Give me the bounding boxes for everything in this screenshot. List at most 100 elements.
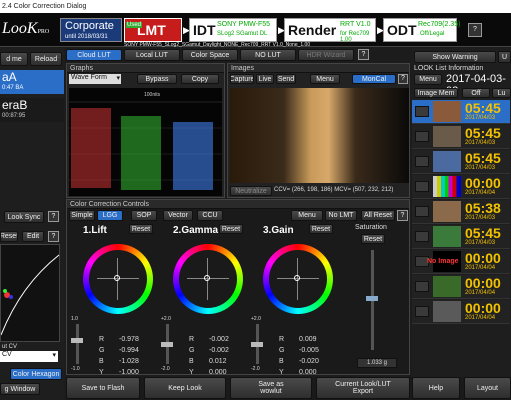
list-item[interactable]: eraB 00:87:95 — [0, 98, 64, 122]
look-sync-button[interactable]: Look Sync — [4, 211, 44, 223]
look-list-item[interactable]: 05:45 2017/04/03 — [412, 225, 510, 249]
gain-r-value[interactable]: 0.009 — [299, 336, 317, 343]
look-select-button[interactable] — [415, 306, 429, 317]
bypass-button[interactable]: Bypass — [137, 74, 177, 84]
tab-no-lut[interactable]: NO LUT — [240, 49, 296, 61]
preview-image[interactable] — [230, 88, 409, 183]
keep-look-button[interactable]: Keep Look — [144, 377, 226, 399]
gain-reset-button[interactable]: Reset — [309, 224, 333, 234]
look-select-button[interactable] — [415, 106, 429, 117]
idt-box[interactable]: IDT SONY PMW-F55 SLog2 SGamut DL — [189, 18, 277, 42]
gamma-y-value[interactable]: 0.000 — [209, 369, 227, 376]
capture-button[interactable]: Capture — [230, 74, 254, 84]
all-reset-button[interactable]: All Reset — [361, 210, 395, 221]
help-icon[interactable]: ? — [397, 210, 408, 221]
reset-button[interactable]: Reset — [0, 231, 18, 242]
curve-select[interactable]: CV ▾ — [0, 351, 58, 362]
lift-r-value[interactable]: -0.978 — [119, 336, 139, 343]
look-list-item[interactable]: 00:00 2017/04/04 — [412, 275, 510, 299]
gamma-r-value[interactable]: -0.002 — [209, 336, 229, 343]
neutralize-button[interactable]: Neutralize — [230, 186, 272, 196]
saturation-value[interactable]: 1.033 g — [357, 358, 397, 368]
tab-vector[interactable]: Vector — [163, 210, 193, 221]
help-icon[interactable]: ? — [398, 74, 408, 84]
gamma-g-value[interactable]: -0.002 — [209, 347, 229, 354]
show-warning-button[interactable]: Show Warning — [414, 51, 496, 63]
lift-g-value[interactable]: -0.994 — [119, 347, 139, 354]
off-button[interactable]: Off — [462, 88, 490, 98]
render-box[interactable]: Render RRT V1.0 for Rec709 1.00 — [284, 18, 376, 43]
save-to-flash-button[interactable]: Save to Flash — [66, 377, 140, 399]
reload-button[interactable]: Reload — [30, 52, 62, 66]
tab-cloud-lut[interactable]: Cloud LUT — [66, 49, 122, 61]
lift-color-wheel[interactable] — [83, 244, 153, 314]
no-lmt-button[interactable]: No LMT — [325, 210, 357, 221]
gamma-b-value[interactable]: 0.012 — [209, 358, 227, 365]
lift-reset-button[interactable]: Reset — [129, 224, 153, 234]
gain-y-value[interactable]: 0.000 — [299, 369, 317, 376]
tab-sop[interactable]: SOP — [131, 210, 157, 221]
tab-local-lut[interactable]: Local LUT — [124, 49, 180, 61]
window-button[interactable]: g Window — [0, 383, 40, 395]
image-mem-button[interactable]: Image Mem — [414, 88, 458, 98]
gain-color-wheel[interactable] — [263, 244, 333, 314]
look-list-item[interactable]: 05:45 2017/04/03 — [412, 100, 510, 124]
look-select-button[interactable] — [415, 231, 429, 242]
wheel-handle[interactable] — [294, 275, 300, 281]
saturation-slider[interactable] — [366, 250, 378, 350]
color-hexagon-button[interactable]: Color Hexagon — [10, 368, 62, 380]
tab-lgg[interactable]: LGG — [97, 210, 123, 221]
look-select-button[interactable] — [415, 181, 429, 192]
look-list-item[interactable]: 00:00 2017/04/04 — [412, 175, 510, 199]
gamma-color-wheel[interactable] — [173, 244, 243, 314]
look-select-button[interactable] — [415, 206, 429, 217]
wheel-handle[interactable] — [114, 275, 120, 281]
look-select-button[interactable] — [415, 131, 429, 142]
edit-button[interactable]: Edit — [22, 231, 44, 242]
add-me-button[interactable]: d me — [0, 52, 28, 66]
look-list-item[interactable]: No Image 00:00 2017/04/04 — [412, 250, 510, 274]
tab-hdr-wizard[interactable]: HDR Wizard — [298, 49, 354, 61]
help-icon[interactable]: ? — [358, 49, 369, 60]
help-button[interactable]: Help — [412, 377, 460, 399]
tab-color-space[interactable]: Color Space — [182, 49, 238, 61]
layout-button[interactable]: Layout — [464, 377, 511, 399]
live-button[interactable]: Live — [256, 74, 274, 84]
copy-button[interactable]: Copy — [181, 74, 219, 84]
gamma-reset-button[interactable]: Reset — [219, 224, 243, 234]
help-icon[interactable]: ? — [48, 211, 59, 222]
graph-type-select[interactable]: Wave Form ▾ — [69, 74, 121, 84]
odt-box[interactable]: ODT Rec709(2.35) Off/Legal — [383, 18, 460, 42]
lift-slider[interactable] — [71, 324, 83, 364]
current-look-export-button[interactable]: Current Look/LUT Export — [316, 377, 410, 399]
up-button[interactable]: U — [498, 51, 511, 63]
menu-button[interactable]: Menu — [310, 74, 340, 84]
look-list-item[interactable]: 00:00 2017/04/04 — [412, 300, 510, 324]
curve-graph[interactable] — [0, 244, 60, 342]
help-icon[interactable]: ? — [468, 23, 482, 37]
gain-slider[interactable] — [251, 324, 263, 364]
look-list-item[interactable]: 05:45 2017/04/03 — [412, 150, 510, 174]
help-icon[interactable]: ? — [48, 231, 59, 242]
lmt-box[interactable]: LMT Used — [124, 18, 182, 42]
look-list-item[interactable]: 05:38 2017/04/03 — [412, 200, 510, 224]
look-select-button[interactable] — [415, 281, 429, 292]
look-select-button[interactable] — [415, 156, 429, 167]
lift-b-value[interactable]: -1.028 — [119, 358, 139, 365]
gain-g-value[interactable]: -0.005 — [299, 347, 319, 354]
gain-b-value[interactable]: -0.020 — [299, 358, 319, 365]
look-list-item[interactable]: 05:45 2017/04/03 — [412, 125, 510, 149]
lift-y-value[interactable]: -1.000 — [119, 369, 139, 376]
saturation-reset-button[interactable]: Reset — [361, 234, 385, 244]
tab-ccu[interactable]: CCU — [197, 210, 223, 221]
save-wowlut-button[interactable]: Save as wowlut — [230, 377, 312, 399]
send-button[interactable]: Send — [276, 74, 296, 84]
lu-button[interactable]: Lu — [492, 88, 511, 98]
list-item-selected[interactable]: aA 0:47 BA — [0, 70, 64, 94]
gamma-slider[interactable] — [161, 324, 173, 364]
wheel-handle[interactable] — [204, 275, 210, 281]
menu-button[interactable]: Menu — [414, 74, 442, 85]
moncal-button[interactable]: MonCal — [352, 74, 396, 84]
tab-simple[interactable]: Simple — [69, 210, 95, 221]
menu-button[interactable]: Menu — [291, 210, 323, 221]
